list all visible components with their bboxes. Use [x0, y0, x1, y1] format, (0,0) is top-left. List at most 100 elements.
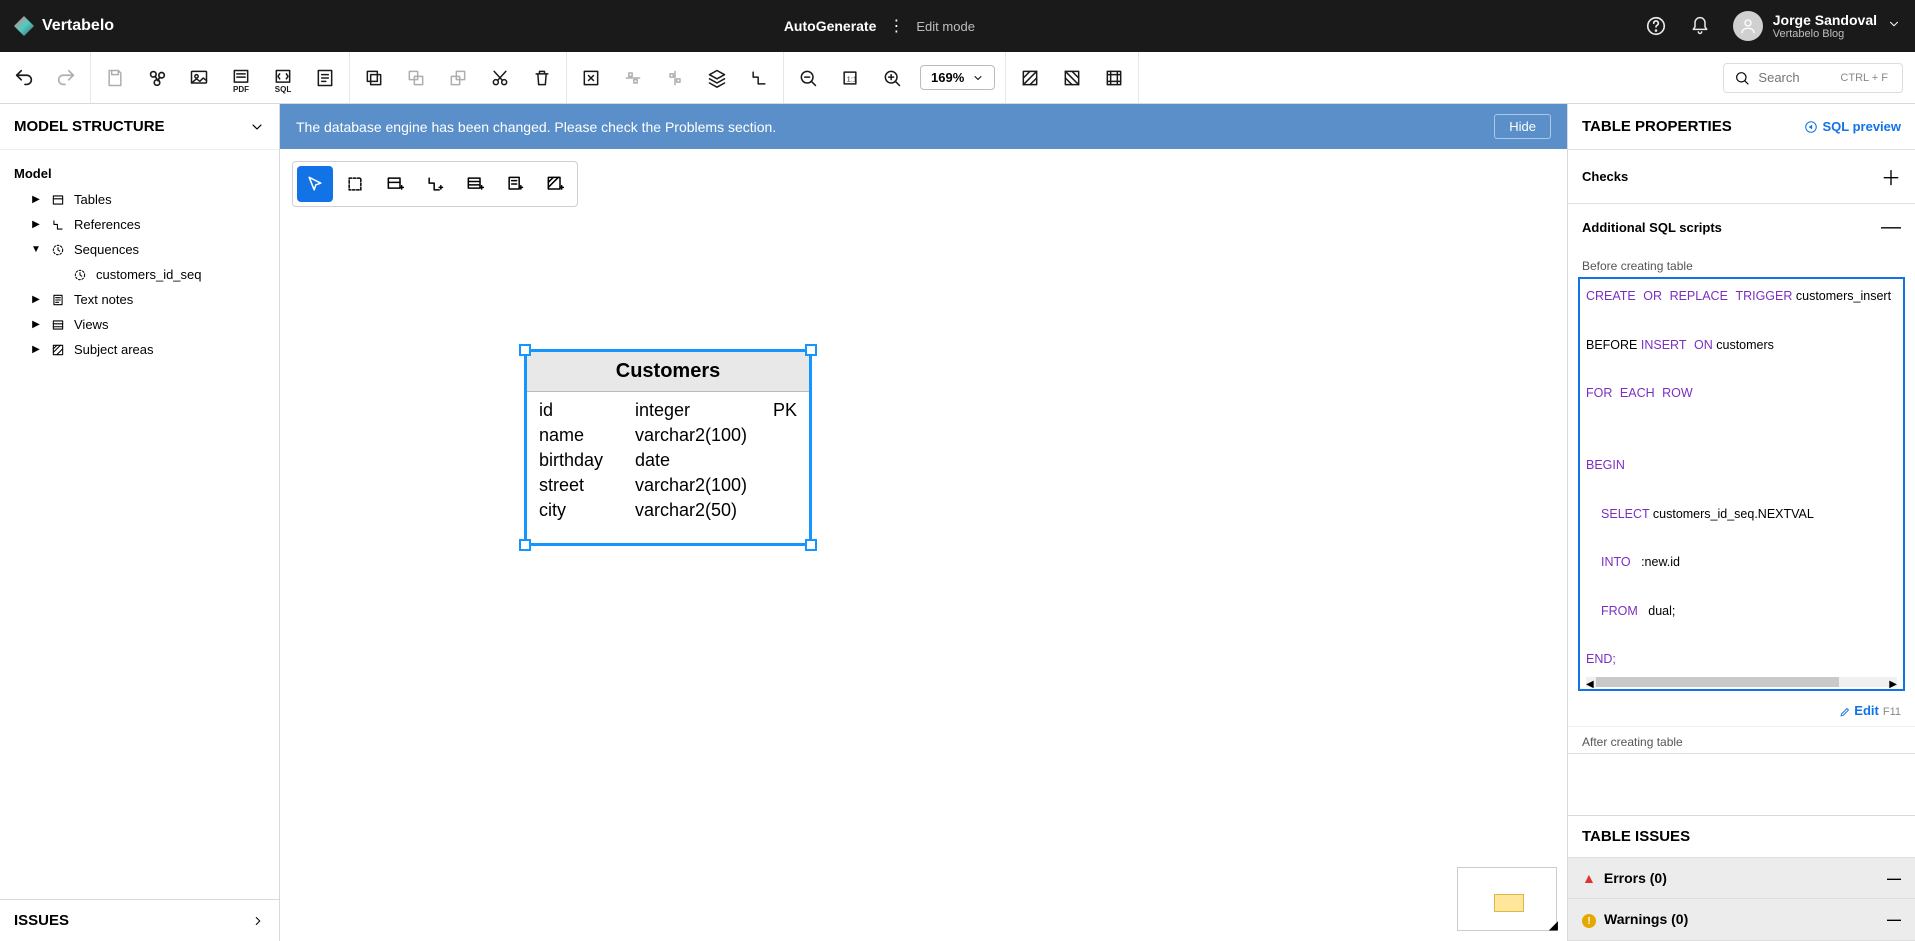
edit-sql-button[interactable]: EditF11: [1568, 699, 1915, 726]
table-icon: [50, 193, 66, 207]
entity-customers[interactable]: Customers idintegerPK namevarchar2(100) …: [524, 349, 812, 546]
checks-section-toggle[interactable]: Checks ＋: [1568, 150, 1915, 203]
resize-handle-tr[interactable]: [805, 344, 817, 356]
export-image-button[interactable]: [185, 64, 213, 92]
zoom-out-button[interactable]: [794, 64, 822, 92]
help-icon[interactable]: [1645, 15, 1667, 37]
left-panel-header[interactable]: MODEL STRUCTURE: [0, 104, 279, 150]
add-reference-tool[interactable]: [417, 166, 453, 202]
issues-label: ISSUES: [14, 912, 69, 929]
export-pdf-button[interactable]: PDF: [227, 64, 255, 92]
entity-columns: idintegerPK namevarchar2(100) birthdayda…: [527, 392, 809, 543]
resize-handle-bl[interactable]: [519, 539, 531, 551]
add-table-tool[interactable]: [377, 166, 413, 202]
caret-right-icon: ▶: [30, 344, 42, 355]
tree-root: Model: [8, 160, 271, 187]
column-row: idintegerPK: [539, 398, 797, 423]
tree-item-views[interactable]: ▶ Views: [8, 312, 271, 337]
notice-hide-button[interactable]: Hide: [1494, 114, 1551, 139]
search-box[interactable]: CTRL + F: [1723, 63, 1903, 93]
warning-icon: !: [1582, 914, 1596, 928]
align-v-button[interactable]: [661, 64, 689, 92]
undo-button[interactable]: [10, 64, 38, 92]
copy-button[interactable]: [360, 64, 388, 92]
minimap[interactable]: ◢: [1457, 867, 1557, 931]
chevron-right-icon: [251, 914, 265, 928]
main-toolbar: PDF SQL 1:1 169% CTRL + F: [0, 52, 1915, 104]
before-label: Before creating table: [1568, 251, 1915, 277]
tree-item-tables[interactable]: ▶ Tables: [8, 187, 271, 212]
zoom-in-button[interactable]: [878, 64, 906, 92]
sql-preview-button[interactable]: SQL preview: [1804, 119, 1901, 134]
caret-down-icon: ▼: [30, 244, 42, 255]
export-xml-button[interactable]: [311, 64, 339, 92]
search-input[interactable]: [1758, 70, 1828, 85]
redo-button[interactable]: [52, 64, 80, 92]
zoom-reset-button[interactable]: 1:1: [836, 64, 864, 92]
minus-icon: —: [1887, 911, 1901, 927]
logo-icon: [14, 16, 34, 36]
issues-panel-toggle[interactable]: ISSUES: [0, 899, 279, 941]
delete-button[interactable]: [528, 64, 556, 92]
align-h-button[interactable]: [619, 64, 647, 92]
tree-label: Views: [74, 317, 108, 332]
bell-icon[interactable]: [1689, 15, 1711, 37]
right-panel-title: TABLE PROPERTIES: [1582, 118, 1732, 135]
resize-handle-tl[interactable]: [519, 344, 531, 356]
minus-icon[interactable]: —: [1881, 216, 1901, 239]
fit-button[interactable]: [577, 64, 605, 92]
brand-name: Vertabelo: [42, 17, 114, 35]
tree-item-sequence-child[interactable]: customers_id_seq: [8, 262, 271, 287]
bring-front-button[interactable]: [444, 64, 472, 92]
user-menu[interactable]: Jorge Sandoval Vertabelo Blog: [1733, 11, 1901, 41]
caret-right-icon: ▶: [30, 294, 42, 305]
additional-sql-section-toggle[interactable]: Additional SQL scripts —: [1568, 204, 1915, 251]
grid-hatched-button[interactable]: [1100, 64, 1128, 92]
export-sql-button[interactable]: SQL: [269, 64, 297, 92]
canvas-toolbar: [292, 161, 578, 207]
layers-button[interactable]: [703, 64, 731, 92]
entity-title: Customers: [527, 352, 809, 392]
sql-editor[interactable]: CREATE OR REPLACE TRIGGER customers_inse…: [1578, 277, 1905, 691]
left-panel: MODEL STRUCTURE Model ▶ Tables ▶ Referen…: [0, 104, 280, 941]
add-area-tool[interactable]: [537, 166, 573, 202]
errors-toggle[interactable]: ▲Errors (0) —: [1568, 858, 1915, 899]
add-view-tool[interactable]: [457, 166, 493, 202]
error-icon: ▲: [1582, 870, 1596, 886]
horizontal-scrollbar[interactable]: ◀▶: [1586, 677, 1897, 687]
tree-label: Subject areas: [74, 342, 154, 357]
canvas[interactable]: Customers idintegerPK namevarchar2(100) …: [280, 149, 1567, 941]
select-tool[interactable]: [297, 166, 333, 202]
add-note-tool[interactable]: [497, 166, 533, 202]
zoom-dropdown[interactable]: 169%: [920, 65, 995, 90]
share-button[interactable]: [143, 64, 171, 92]
sequence-icon: [72, 268, 88, 282]
grid-diag1-button[interactable]: [1016, 64, 1044, 92]
chevron-down-icon: [1887, 17, 1901, 36]
send-back-button[interactable]: [402, 64, 430, 92]
document-title: AutoGenerate: [784, 18, 877, 34]
plus-icon[interactable]: ＋: [1881, 162, 1901, 191]
zoom-value: 169%: [931, 70, 964, 85]
minimap-resize-icon[interactable]: ◢: [1549, 918, 1558, 932]
tree-item-textnotes[interactable]: ▶ Text notes: [8, 287, 271, 312]
grid-diag2-button[interactable]: [1058, 64, 1086, 92]
right-panel: TABLE PROPERTIES SQL preview Checks ＋ Ad…: [1567, 104, 1915, 941]
tree-item-references[interactable]: ▶ References: [8, 212, 271, 237]
column-row: birthdaydate: [539, 448, 797, 473]
marquee-tool[interactable]: [337, 166, 373, 202]
tree-item-subjectareas[interactable]: ▶ Subject areas: [8, 337, 271, 362]
cut-button[interactable]: [486, 64, 514, 92]
tree-label: References: [74, 217, 140, 232]
area-icon: [50, 343, 66, 357]
brand-logo[interactable]: Vertabelo: [14, 16, 114, 36]
reference-icon: [50, 218, 66, 232]
save-button[interactable]: [101, 64, 129, 92]
tree-item-sequences[interactable]: ▼ Sequences: [8, 237, 271, 262]
route-button[interactable]: [745, 64, 773, 92]
warnings-toggle[interactable]: !Warnings (0) —: [1568, 899, 1915, 941]
resize-handle-br[interactable]: [805, 539, 817, 551]
tree-label: customers_id_seq: [96, 267, 202, 282]
kebab-menu-icon[interactable]: ⋮: [888, 16, 904, 36]
avatar: [1733, 11, 1763, 41]
